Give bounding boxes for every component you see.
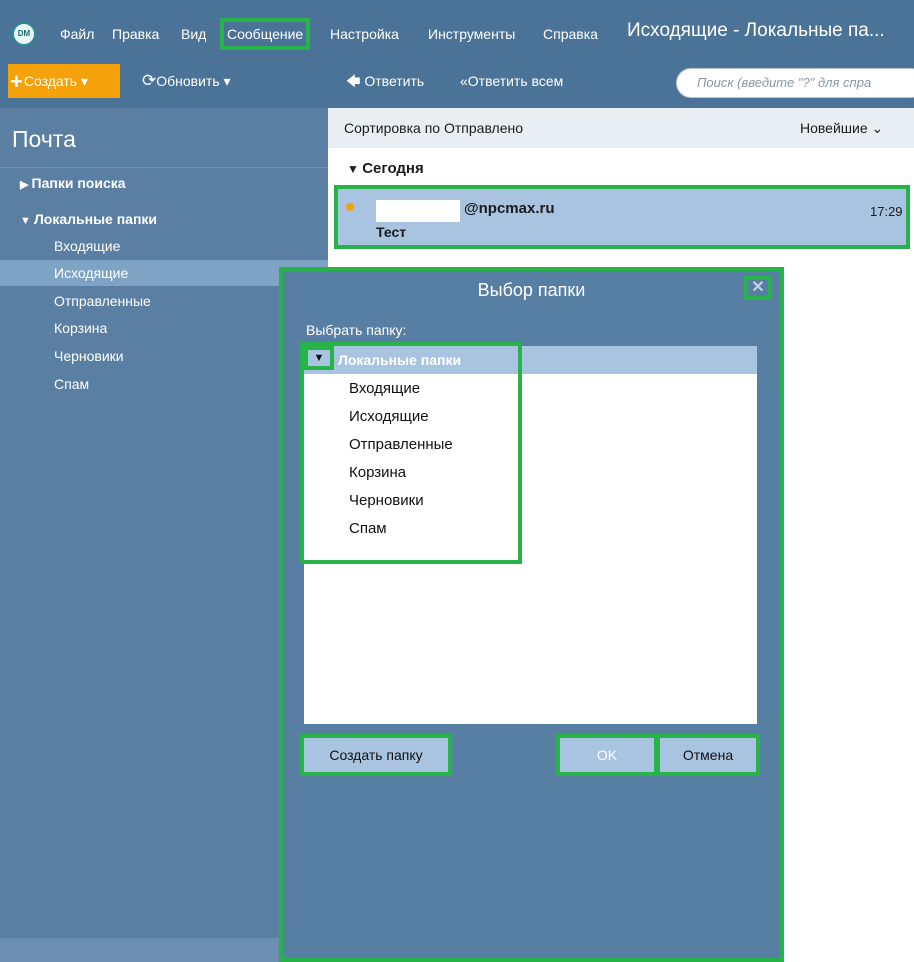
sidebar-search-folders[interactable]: ▶ Папки поиска (20, 175, 126, 191)
reply-all-label: Ответить всем (467, 73, 564, 89)
reply-icon: 🡄 (346, 73, 365, 89)
sidebar-title: Почта (12, 126, 76, 152)
plus-icon: + (10, 69, 23, 94)
sidebar-item-outbox[interactable]: Исходящие (54, 265, 128, 281)
create-button[interactable]: +Создать ▾ (8, 64, 120, 98)
sidebar-search-folders-label: Папки поиска (31, 175, 126, 191)
sidebar-item-trash[interactable]: Корзина (54, 320, 107, 336)
sort-order-dropdown[interactable]: Новейшие ⌄ (800, 120, 883, 137)
window-title: Исходящие - Локальные па... (627, 20, 885, 41)
triangle-down-icon: ▼ (20, 215, 34, 227)
refresh-icon: ⟳ (142, 71, 157, 90)
menu-view[interactable]: Вид (181, 22, 206, 46)
group-today-label: Сегодня (362, 160, 424, 177)
menu-file[interactable]: Файл (60, 22, 94, 46)
reply-all-button[interactable]: «Ответить всем (460, 64, 563, 98)
unread-dot-icon (346, 203, 354, 211)
menu-tools[interactable]: Инструменты (428, 22, 515, 46)
cancel-button[interactable]: Отмена (660, 738, 756, 772)
triangle-down-icon: ▼ (347, 162, 363, 176)
triangle-right-icon: ▶ (20, 179, 32, 191)
dropdown-arrow-icon: ▾ (219, 73, 231, 89)
reply-label: Ответить (364, 73, 425, 89)
group-header-today[interactable]: ▼ Сегодня (347, 160, 424, 177)
create-label: Создать (23, 73, 78, 89)
close-icon[interactable]: ✕ (744, 276, 772, 300)
sidebar-item-sent[interactable]: Отправленные (54, 293, 151, 309)
reply-all-icon: « (460, 73, 468, 89)
menu-help[interactable]: Справка (543, 22, 598, 46)
message-subject: Тест (376, 224, 407, 240)
refresh-button[interactable]: ⟳Обновить ▾ (142, 64, 231, 98)
sidebar-local-folders-label: Локальные папки (33, 211, 158, 227)
search-input[interactable]: Поиск (введите "?" для спра (676, 68, 914, 98)
message-sender: @npcmax.ru (464, 200, 555, 217)
tree-highlight-box (300, 342, 522, 564)
menu-message[interactable]: Сообщение (219, 18, 311, 50)
redacted-sender (376, 200, 460, 222)
dropdown-arrow-icon: ▾ (77, 73, 88, 89)
sort-label[interactable]: Сортировка по Отправлено (344, 120, 523, 136)
sidebar-item-drafts[interactable]: Черновики (54, 348, 124, 364)
dialog-title: Выбор папки (477, 280, 586, 300)
chevron-down-icon: ⌄ (867, 120, 884, 136)
create-folder-button[interactable]: Создать папку (300, 734, 452, 776)
sidebar-item-spam[interactable]: Спам (54, 376, 89, 392)
message-time: 17:29 (870, 204, 903, 219)
sidebar-item-inbox[interactable]: Входящие (54, 238, 120, 254)
sort-order-label: Новейшие (800, 120, 868, 136)
ok-button[interactable]: OK (560, 738, 654, 772)
refresh-label: Обновить (156, 73, 220, 89)
app-logo-icon: DM (12, 22, 36, 46)
dialog-label: Выбрать папку: (306, 322, 407, 338)
reply-button[interactable]: 🡄 Ответить (346, 64, 424, 98)
menu-edit[interactable]: Правка (112, 22, 159, 46)
sidebar-local-folders[interactable]: ▼ Локальные папки (20, 211, 157, 227)
menu-settings[interactable]: Настройка (330, 22, 399, 46)
sidebar-divider (0, 167, 328, 168)
